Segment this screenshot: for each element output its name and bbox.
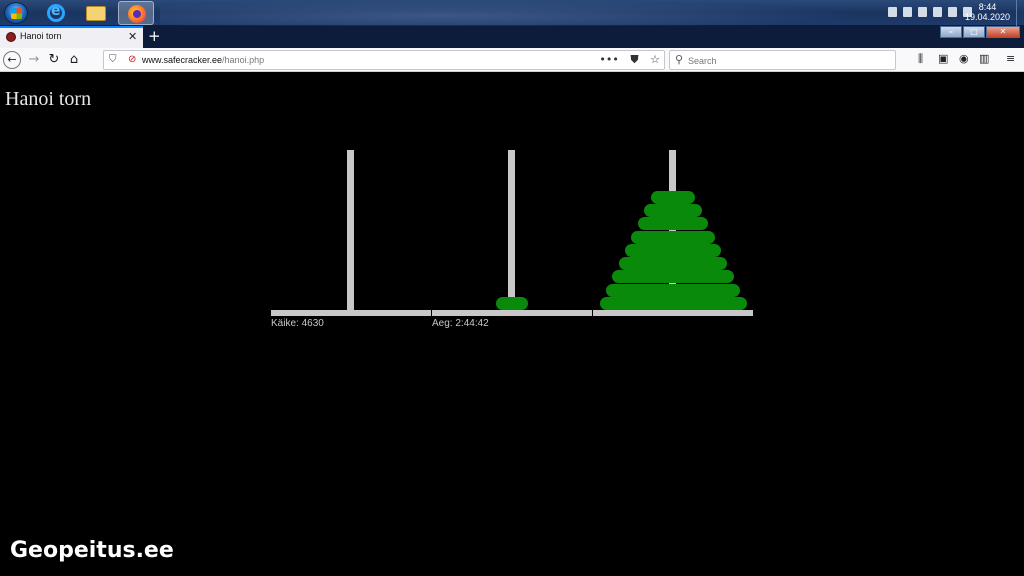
maximize-button[interactable]: □	[963, 26, 985, 38]
tray-volume-icon[interactable]	[948, 7, 957, 17]
tray-dropbox-icon[interactable]	[918, 7, 927, 17]
base-segment-2	[432, 310, 592, 316]
internet-explorer-icon	[47, 3, 65, 22]
page-actions-icon[interactable]: •••	[599, 53, 618, 66]
navigation-toolbar: ← → ↻ ⌂ ⛉ ⊘ www.safecracker.ee/hanoi.php…	[0, 48, 1024, 72]
folder-icon	[86, 6, 106, 21]
disk-size-5[interactable]	[631, 230, 715, 244]
tray-network-icon[interactable]	[888, 7, 897, 17]
tray-app-icon[interactable]	[903, 7, 912, 17]
disk-size-1[interactable]	[496, 297, 528, 310]
disk-size-8[interactable]	[612, 270, 734, 284]
taskbar-firefox[interactable]	[118, 1, 154, 25]
elapsed-time: Aeg: 2:44:42	[432, 318, 489, 329]
new-tab-button[interactable]: +	[148, 27, 161, 45]
search-input[interactable]	[688, 54, 888, 68]
taskbar-clock[interactable]: 8:44 19.04.2020	[965, 2, 1010, 22]
search-icon: ⚲	[675, 53, 684, 66]
disk-size-10[interactable]	[599, 297, 747, 310]
peg-1[interactable]	[347, 150, 354, 310]
extensions-icon[interactable]: ▥	[979, 52, 989, 65]
watermark: Geopeitus.ee	[10, 538, 174, 563]
base-segment-3	[593, 310, 753, 316]
menu-icon[interactable]: ≡	[1006, 52, 1015, 65]
taskbar-file-explorer[interactable]	[78, 1, 114, 25]
start-button[interactable]	[4, 2, 28, 24]
home-icon[interactable]: ⌂	[65, 51, 83, 69]
shield-icon[interactable]: ⛉	[109, 54, 117, 65]
minimize-button[interactable]: –	[940, 26, 962, 38]
search-box[interactable]: ⚲	[669, 50, 896, 70]
disk-size-7[interactable]	[618, 257, 728, 271]
back-icon[interactable]: ←	[3, 51, 21, 69]
tab-title: Hanoi torn	[20, 31, 62, 41]
url-text[interactable]: www.safecracker.ee/hanoi.php	[142, 55, 264, 65]
disk-size-2[interactable]	[650, 190, 696, 204]
disk-size-3[interactable]	[644, 203, 702, 217]
tab-strip: Hanoi torn ✕ + – □ ✕	[0, 26, 1024, 48]
account-icon[interactable]: ◉	[959, 52, 969, 65]
page-title: Hanoi torn	[5, 88, 92, 110]
peg-2[interactable]	[508, 150, 515, 310]
clock-date: 19.04.2020	[964, 12, 1010, 22]
pocket-icon[interactable]: ⛊	[630, 53, 638, 66]
bookmark-star-icon[interactable]: ☆	[650, 53, 660, 66]
close-window-button[interactable]: ✕	[986, 26, 1020, 38]
forward-icon[interactable]: →	[25, 51, 43, 69]
site-favicon-icon	[6, 32, 16, 42]
show-desktop-button[interactable]	[1016, 0, 1024, 26]
close-tab-icon[interactable]: ✕	[128, 30, 137, 43]
firefox-icon	[128, 5, 146, 23]
url-host: www.safecracker.ee	[142, 55, 223, 65]
sidebar-icon[interactable]: ▣	[938, 52, 948, 65]
lock-warning-icon[interactable]: ⊘	[128, 54, 136, 65]
taskbar-internet-explorer[interactable]	[38, 1, 74, 25]
window-controls: – □ ✕	[939, 26, 1020, 38]
reload-icon[interactable]: ↻	[45, 51, 63, 69]
disk-size-9[interactable]	[605, 283, 741, 297]
address-bar[interactable]: ⛉ ⊘ www.safecracker.ee/hanoi.php ••• ⛊ ☆	[103, 50, 665, 70]
system-tray	[888, 7, 972, 17]
disk-size-4[interactable]	[637, 217, 709, 231]
tab-hanoi[interactable]: Hanoi torn ✕	[0, 26, 143, 48]
windows-taskbar: 8:44 19.04.2020	[0, 0, 1024, 26]
library-icon[interactable]: ⫼	[918, 52, 923, 66]
tray-flag-icon[interactable]	[933, 7, 942, 17]
clock-time: 8:44	[978, 2, 997, 12]
base-segment-1	[271, 310, 431, 316]
windows-logo-icon	[11, 8, 22, 19]
url-path: /hanoi.php	[222, 55, 265, 65]
moves-counter: Käike: 4630	[271, 318, 324, 329]
disk-size-6[interactable]	[625, 243, 721, 257]
